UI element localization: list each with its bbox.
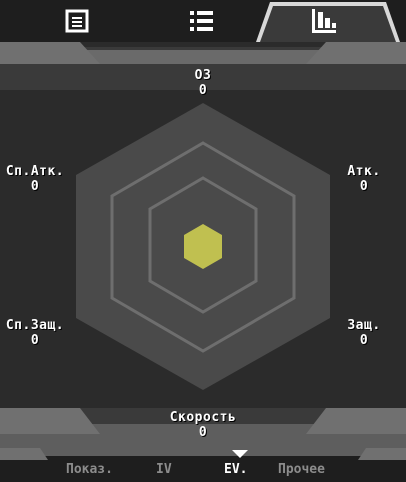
bottom-bar-edges — [0, 448, 406, 460]
stat-spdef-value: 0 — [30, 333, 40, 348]
stat-hp-label: ОЗ — [194, 68, 212, 83]
stat-speed-label: Скорость — [169, 410, 237, 425]
mode-iv[interactable]: IV — [156, 462, 172, 477]
stat-atk: Атк. 0 — [336, 164, 392, 194]
stat-speed-value: 0 — [198, 425, 208, 440]
stat-spdef: Сп.Защ. 0 — [2, 318, 68, 348]
stat-hp-value: 0 — [198, 83, 208, 98]
stat-atk-value: 0 — [359, 179, 369, 194]
stat-def-value: 0 — [359, 333, 369, 348]
stat-spatk: Сп.Атк. 0 — [2, 164, 68, 194]
stat-atk-label: Атк. — [347, 164, 381, 179]
stat-spatk-value: 0 — [30, 179, 40, 194]
mode-ev[interactable]: EV. — [224, 462, 247, 477]
stat-hp: ОЗ 0 — [170, 68, 236, 98]
stat-speed: Скорость 0 — [150, 410, 256, 440]
mode-other[interactable]: Прочее — [278, 462, 325, 477]
stat-spdef-label: Сп.Защ. — [5, 318, 65, 333]
stat-def-label: Защ. — [347, 318, 381, 333]
stat-spatk-label: Сп.Атк. — [5, 164, 65, 179]
selected-indicator-arrow — [232, 450, 248, 458]
mode-summary[interactable]: Показ. — [66, 462, 113, 477]
stat-def: Защ. 0 — [336, 318, 392, 348]
